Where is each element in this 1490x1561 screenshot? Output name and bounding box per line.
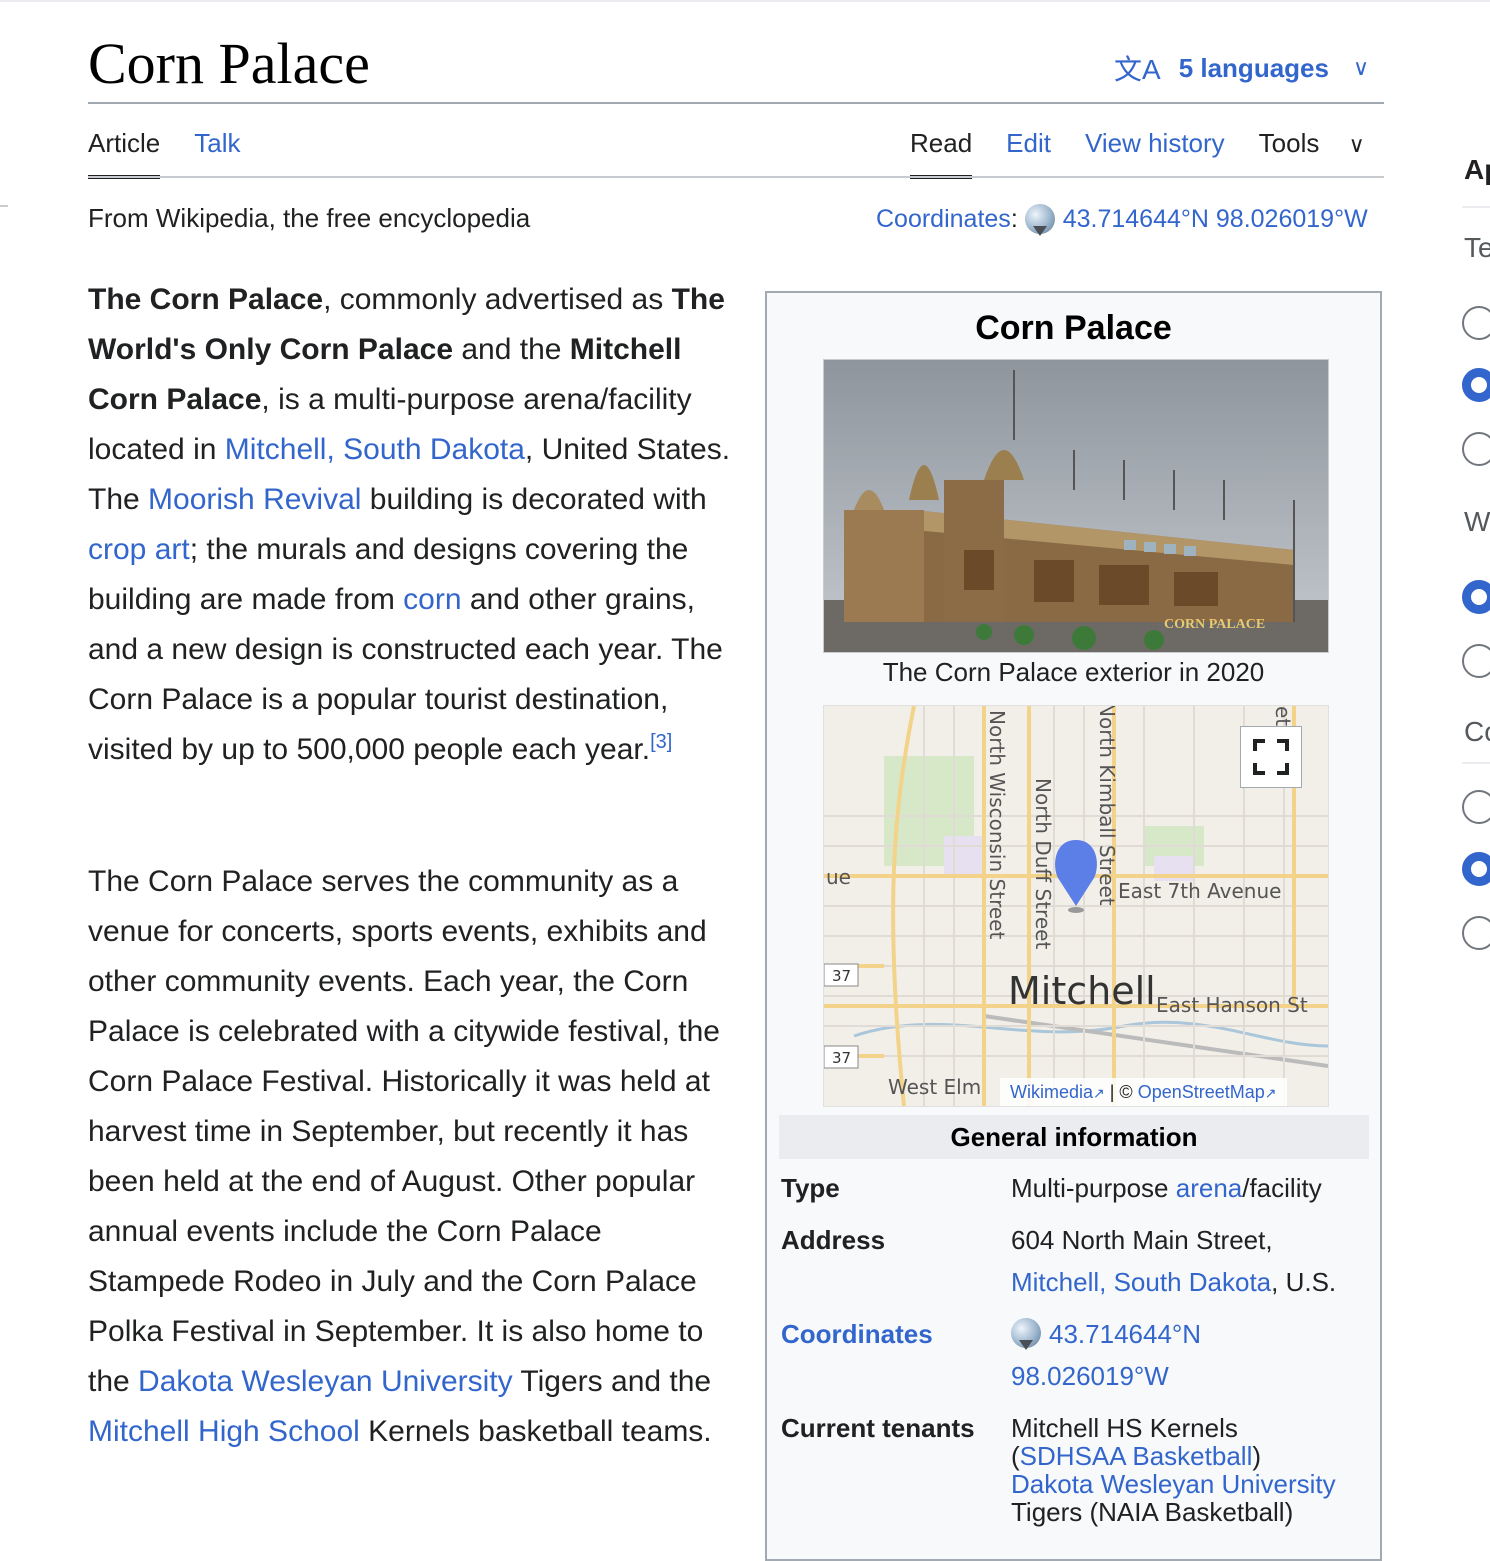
link-arena[interactable]: arena xyxy=(1176,1173,1243,1203)
route-badge-1: 37 xyxy=(832,967,851,985)
fullscreen-icon xyxy=(1253,739,1289,775)
tab-view-history[interactable]: View history xyxy=(1085,128,1225,177)
coordinates-label-link[interactable]: Coordinates xyxy=(781,1313,933,1355)
radio-width-wide[interactable] xyxy=(1462,644,1490,678)
bold-term: The Corn Palace xyxy=(88,283,324,316)
radio-color-light[interactable] xyxy=(1462,852,1490,886)
radio-text-small[interactable] xyxy=(1462,306,1490,340)
globe-icon[interactable] xyxy=(1011,1318,1041,1350)
link-mitchell-high-school[interactable]: Mitchell High School xyxy=(88,1415,360,1448)
map-label-ue: ue xyxy=(826,865,851,889)
sidebar-divider xyxy=(1462,206,1490,208)
radio-color-automatic[interactable] xyxy=(1462,790,1490,824)
photo-sign-text: CORN PALACE xyxy=(1164,617,1265,632)
infobox-title: Corn Palace xyxy=(975,309,1172,347)
page-title: Corn Palace xyxy=(88,31,370,96)
map-label-et: et xyxy=(1271,706,1295,726)
sidebar-heading: Ap xyxy=(1464,154,1490,185)
link-moorish-revival[interactable]: Moorish Revival xyxy=(148,483,361,516)
map-label-kimball: North Kimball Street xyxy=(1095,706,1119,906)
map-label-city: Mitchell xyxy=(1008,969,1156,1013)
link-mitchell-sd[interactable]: Mitchell, South Dakota xyxy=(1011,1267,1271,1297)
sidebar-group-color: Co xyxy=(1464,716,1490,747)
globe-icon[interactable] xyxy=(1024,204,1055,236)
link-mitchell[interactable]: Mitchell, South Dakota xyxy=(225,433,525,466)
top-border xyxy=(0,0,1490,2)
radio-width-standard[interactable] xyxy=(1462,580,1490,614)
sidebar-group-width: W xyxy=(1464,506,1490,537)
section-general-information: General information xyxy=(779,1115,1369,1159)
translate-icon: 文A xyxy=(1114,54,1161,85)
coordinates-value[interactable]: 43.714644°N 98.026019°W xyxy=(1063,205,1368,234)
chevron-down-icon: ∨ xyxy=(1352,55,1370,80)
corn-palace-photo: CORN PALACE xyxy=(824,360,1328,652)
coordinates-header: Coordinates: 43.714644°N 98.026019°W xyxy=(876,204,1368,236)
map-label-wisconsin: North Wisconsin Street xyxy=(985,710,1009,939)
tab-talk[interactable]: Talk xyxy=(194,128,240,177)
route-badge-2: 37 xyxy=(832,1049,851,1067)
tabs-divider xyxy=(88,176,1384,178)
fullscreen-button[interactable] xyxy=(1240,726,1302,788)
radio-color-dark[interactable] xyxy=(1462,916,1490,950)
attribution-openstreetmap[interactable]: OpenStreetMap xyxy=(1138,1082,1265,1102)
tab-article[interactable]: Article xyxy=(88,128,161,179)
language-selector[interactable]: 文A 5 languages ∨ xyxy=(1114,48,1369,88)
tab-edit[interactable]: Edit xyxy=(1006,128,1051,177)
title-divider xyxy=(88,102,1384,104)
external-link-icon: ↗ xyxy=(1093,1085,1105,1101)
attribution-wikimedia[interactable]: Wikimedia xyxy=(1010,1082,1093,1102)
infobox: Corn Palace CORN PALACE The Corn Palace … xyxy=(765,291,1382,1561)
sidebar-divider xyxy=(1462,762,1490,764)
map-pin-shadow xyxy=(1068,907,1084,913)
link-dakota-wesleyan[interactable]: Dakota Wesleyan University xyxy=(138,1365,513,1398)
map-label-elm: West Elm xyxy=(888,1075,981,1099)
view-tabs: Read Edit View history Tools ∨ xyxy=(910,128,1365,179)
tools-label: Tools xyxy=(1258,128,1320,158)
link-crop-art[interactable]: crop art xyxy=(88,533,190,566)
second-paragraph: The Corn Palace serves the community as … xyxy=(88,865,720,1448)
infobox-photo[interactable]: CORN PALACE xyxy=(823,359,1329,653)
sidebar-group-text: Te xyxy=(1464,232,1490,263)
namespace-tabs: Article Talk xyxy=(88,128,275,179)
tab-read[interactable]: Read xyxy=(910,128,973,179)
intro-paragraph: The Corn Palace, commonly advertised as … xyxy=(88,283,731,766)
tab-tools[interactable]: Tools ∨ xyxy=(1259,128,1365,177)
edge-divider xyxy=(0,205,8,207)
infobox-coord-lon[interactable]: 98.026019°W xyxy=(1011,1361,1169,1391)
reference-link[interactable]: [3] xyxy=(650,731,672,753)
location-map[interactable]: North Wisconsin Street North Duff Street… xyxy=(823,705,1329,1107)
map-label-hanson: East Hanson St xyxy=(1156,993,1308,1017)
radio-text-large[interactable] xyxy=(1462,432,1490,466)
link-corn[interactable]: corn xyxy=(403,583,461,616)
infobox-coord-lat[interactable]: 43.714644°N xyxy=(1049,1319,1201,1349)
radio-text-standard[interactable] xyxy=(1462,368,1490,402)
chevron-down-icon: ∨ xyxy=(1348,132,1365,157)
map-label-duff: North Duff Street xyxy=(1031,778,1055,949)
languages-label: 5 languages xyxy=(1178,52,1329,83)
map-attribution: Wikimedia↗ | © OpenStreetMap↗ xyxy=(1000,1078,1287,1106)
map-label-7th-avenue: East 7th Avenue xyxy=(1118,879,1281,903)
coordinates-link[interactable]: Coordinates xyxy=(876,205,1011,234)
appearance-sidebar: Ap Te W Co xyxy=(1462,150,1490,970)
photo-caption: The Corn Palace exterior in 2020 xyxy=(882,657,1265,687)
site-tagline: From Wikipedia, the free encyclopedia xyxy=(88,203,531,233)
external-link-icon: ↗ xyxy=(1264,1085,1277,1101)
